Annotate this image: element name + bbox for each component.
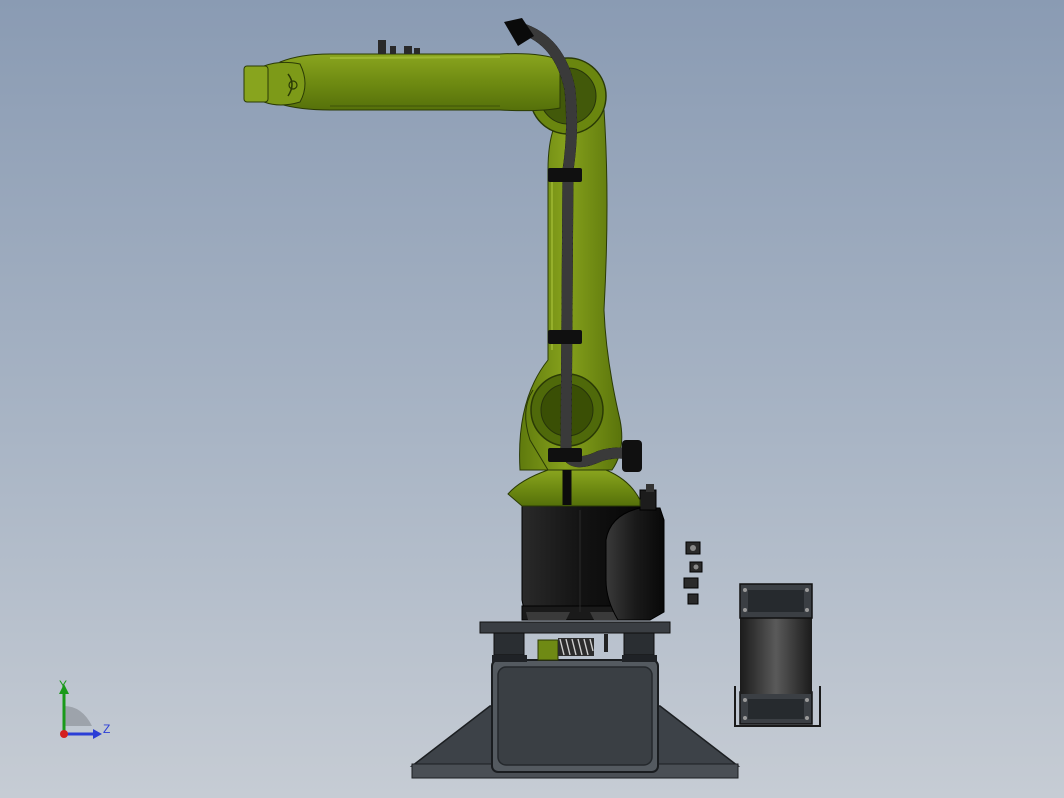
side-box-body bbox=[740, 618, 812, 694]
wrist bbox=[263, 61, 306, 106]
connector-cluster bbox=[683, 541, 703, 605]
robot-model[interactable] bbox=[0, 0, 1064, 798]
cable-clamp-mid bbox=[548, 330, 582, 344]
end-flange bbox=[243, 65, 269, 103]
side-box-unit[interactable] bbox=[734, 583, 821, 727]
pedestal-rail-plate bbox=[479, 621, 671, 634]
cable-clamp-top bbox=[548, 168, 582, 182]
z-axis-label: Z bbox=[103, 722, 111, 736]
pedestal-inner-panel bbox=[497, 666, 653, 766]
cad-viewport[interactable]: Y Z bbox=[0, 0, 1064, 798]
upper-arm[interactable] bbox=[243, 40, 561, 112]
view-orientation-triad: Y Z bbox=[48, 676, 128, 746]
upper-arm-body bbox=[279, 53, 561, 112]
pedestal-rail-left bbox=[493, 632, 525, 656]
rack-gear bbox=[558, 638, 594, 656]
pedestal-rail-right bbox=[623, 632, 655, 656]
cable-clamp-low bbox=[548, 448, 582, 462]
z-axis-arrow-icon bbox=[93, 729, 102, 739]
pinion-housing bbox=[537, 639, 559, 661]
base-motor bbox=[605, 507, 665, 621]
x-axis-origin-icon bbox=[60, 730, 68, 738]
y-axis-label: Y bbox=[59, 678, 68, 692]
pedestal[interactable] bbox=[409, 621, 741, 779]
